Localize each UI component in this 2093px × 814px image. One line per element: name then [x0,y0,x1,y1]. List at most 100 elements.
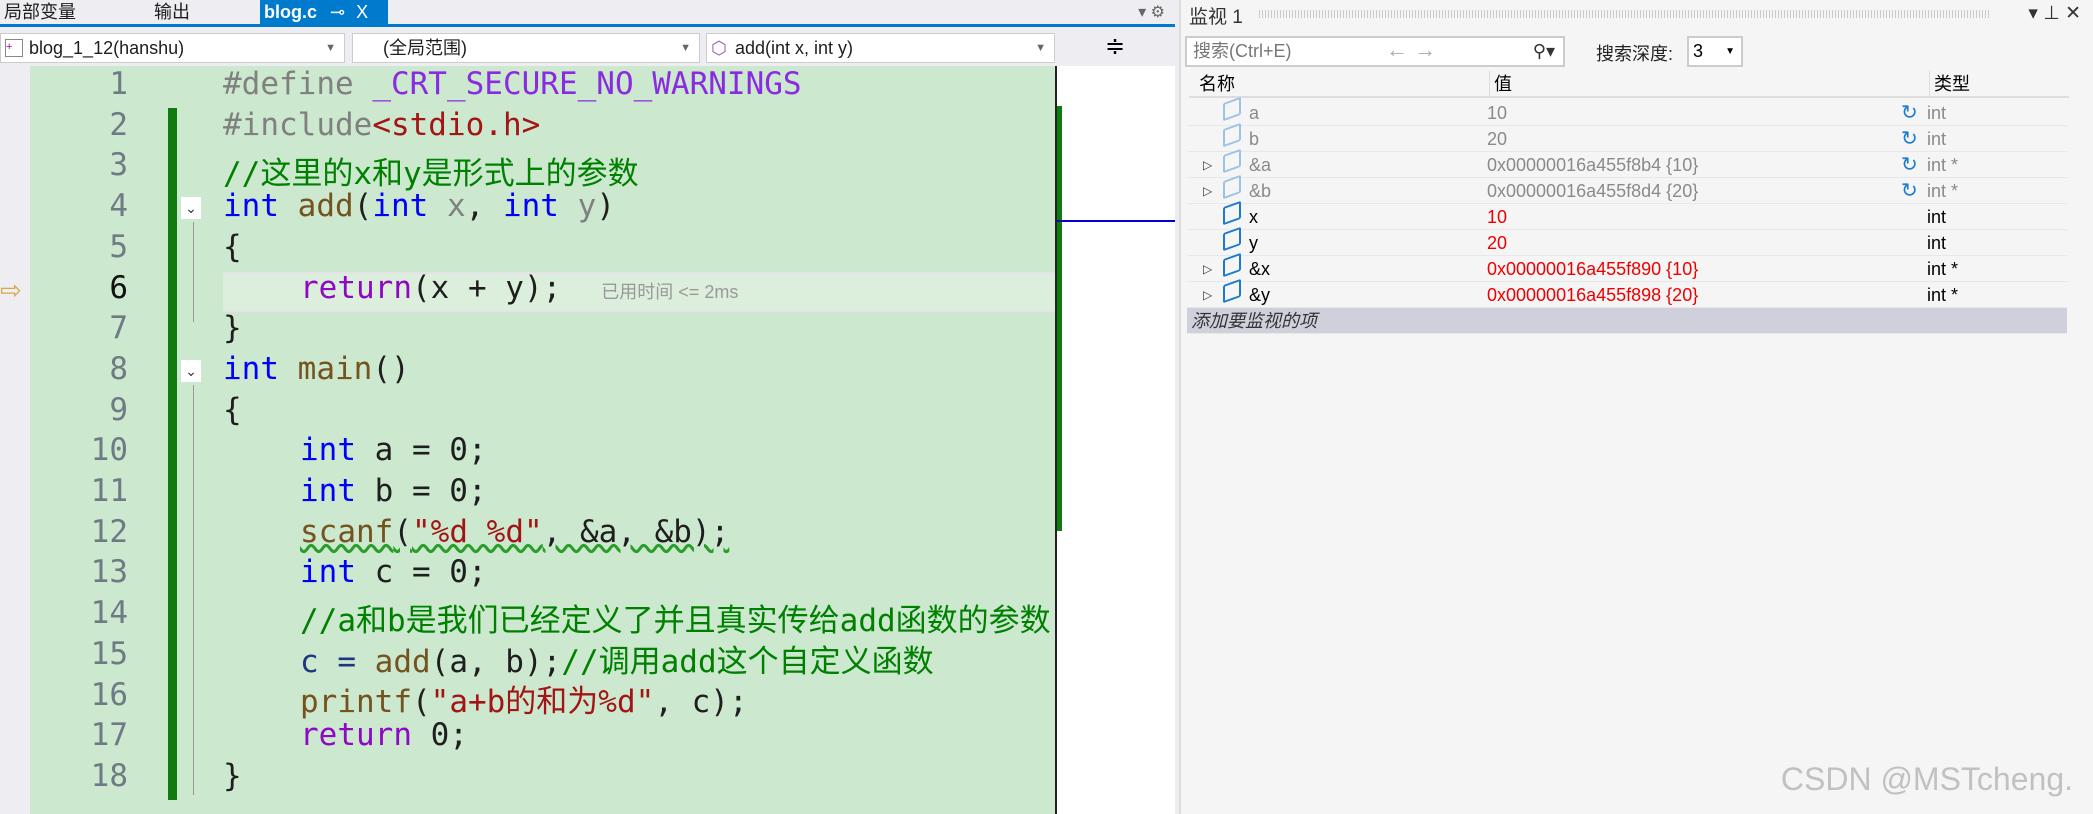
search-depth-select[interactable]: 3 ▼ [1687,36,1743,67]
code-line-5: { [223,229,242,265]
scope-dropdown[interactable]: (全局范围) ▼ [352,33,700,63]
watch-type: int [1927,103,1947,123]
line-number: 17 [90,717,128,754]
variable-icon [1223,148,1241,174]
tab-locals[interactable]: 局部变量 [0,0,110,27]
watch-search-input[interactable]: 搜索(Ctrl+E) ⚲▾ [1185,36,1565,67]
refresh-icon[interactable]: ↻ [1901,100,1918,126]
fold-toggle-icon[interactable]: ⌄ [181,197,201,219]
close-icon[interactable]: ✕ [2065,3,2081,24]
fold-line [193,222,194,322]
chevron-down-icon: ▼ [325,42,336,54]
code-line-16: printf("a+b的和为%d", c); [300,684,748,720]
chevron-down-icon: ▼ [680,42,691,54]
watch-name: a [1249,103,1260,123]
variable-icon [1223,200,1241,226]
code-line-14: //a和b是我们已经定义了并且真实传给add函数的参数 [300,603,1051,639]
watch-value: 10 [1487,103,1508,123]
line-number: 3 [109,147,128,184]
tab-title: blog.c [264,2,317,22]
change-tracking-bar [168,108,177,800]
project-dropdown[interactable]: + blog_1_12(hanshu) ▼ [0,33,345,63]
code-line-9: { [223,392,242,428]
code-line-7: } [223,310,242,346]
watch-row[interactable]: x 10 int [1187,200,2067,230]
minimap-viewport-marker [1057,220,1175,222]
line-number: 7 [109,310,128,347]
code-line-17: return 0; [300,717,468,753]
chevron-down-icon: ▼ [1035,42,1046,54]
watch-row[interactable]: a 10 ↻ int [1187,96,2067,126]
watch-type: int * [1927,285,1959,305]
watch-type: int [1927,207,1947,227]
expand-arrow-icon[interactable]: ▷ [1203,178,1212,204]
line-number: 4 [109,188,128,225]
line-number: 10 [90,432,128,469]
settings-gear-icon[interactable]: ▾ ⚙ [1138,2,1165,22]
pin-icon[interactable]: ⊸ [330,2,345,22]
variable-icon [1223,226,1241,252]
watch-type: int [1927,233,1947,253]
variable-icon [1223,96,1241,122]
member-label: add(int x, int y) [735,38,854,58]
code-line-1: #define _CRT_SECURE_NO_WARNINGS [223,66,802,102]
line-number: 5 [109,228,128,265]
panel-grip [1259,10,1989,18]
refresh-icon[interactable]: ↻ [1901,152,1918,178]
expand-arrow-icon[interactable]: ▷ [1203,152,1212,178]
line-number: 13 [90,554,128,591]
code-line-12: scanf("%d %d", &a, &b); [300,514,730,550]
code-line-10: int a = 0; [300,432,487,468]
minimap-change-bar [1057,106,1062,531]
dropdown-icon[interactable]: ▾ [2028,3,2038,24]
watch-row[interactable]: b 20 ↻ int [1187,122,2067,152]
code-line-8: int main() [223,351,410,387]
refresh-icon[interactable]: ↻ [1901,126,1918,152]
watch-row[interactable]: ▷ &y 0x00000016a455f898 {20} int * [1187,278,2067,308]
instruction-pointer-arrow-icon: ⇨ [0,275,22,305]
tab-output[interactable]: 输出 [150,0,250,27]
split-window-icon[interactable]: ≑ [1055,30,1175,66]
watch-row[interactable]: ▷ &a 0x00000016a455f8b4 {10} ↻ int * [1187,148,2067,178]
tab-blog-c[interactable]: blog.c ⊸ X [260,0,388,27]
code-line-3: //这里的x和y是形式上的参数 [223,156,639,192]
code-line-13: int c = 0; [300,554,487,590]
code-line-6: return(x + y); 已用时间 <= 2ms [300,270,739,306]
pin-icon[interactable]: ⊥ [2043,3,2060,24]
watch-header: 名称 值 类型 [1189,71,2069,98]
document-tabs: 局部变量 输出 blog.c ⊸ X ▾ ⚙ [0,0,1175,27]
line-number: 9 [109,391,128,428]
line-number: 15 [90,635,128,672]
line-number: 11 [90,473,128,509]
watch-row[interactable]: ▷ &b 0x00000016a455f8d4 {20} ↻ int * [1187,174,2067,204]
project-icon: + [5,39,23,57]
refresh-icon[interactable]: ↻ [1901,178,1918,204]
watch-value: 20 [1487,129,1508,149]
watch-row[interactable]: ▷ &x 0x00000016a455f890 {10} int * [1187,252,2067,282]
code-minimap-scrollbar[interactable] [1055,66,1175,814]
search-icon[interactable]: ⚲▾ [1533,38,1555,65]
watch-value: 0x00000016a455f898 {20} [1487,285,1699,305]
scope-label: (全局范围) [383,38,467,58]
watch-name: b [1249,129,1260,149]
watch-type: int * [1927,259,1959,279]
member-dropdown[interactable]: ⬡ add(int x, int y) ▼ [706,33,1055,63]
add-watch-item[interactable]: 添加要监视的项 [1187,308,2067,334]
column-name[interactable]: 名称 [1199,71,1235,97]
search-nav-arrows[interactable]: ← → [1386,37,1436,63]
expand-arrow-icon[interactable]: ▷ [1203,282,1212,308]
watch-row[interactable]: y 20 int [1187,226,2067,256]
column-value[interactable]: 值 [1489,71,1512,97]
method-cube-icon: ⬡ [711,38,727,58]
line-number: 14 [90,595,128,632]
column-type[interactable]: 类型 [1929,71,1970,97]
expand-arrow-icon[interactable]: ▷ [1203,256,1212,282]
code-line-4: int add(int x, int y) [223,188,615,224]
close-icon[interactable]: X [356,2,368,22]
navigation-bar: + blog_1_12(hanshu) ▼ (全局范围) ▼ ⬡ add(int x, … [0,30,1175,66]
watch-name: &b [1249,181,1272,201]
perf-tip: 已用时间 <= 2ms [601,282,739,302]
line-number: 2 [109,106,128,143]
variable-icon [1223,252,1241,278]
fold-toggle-icon[interactable]: ⌄ [181,360,201,382]
